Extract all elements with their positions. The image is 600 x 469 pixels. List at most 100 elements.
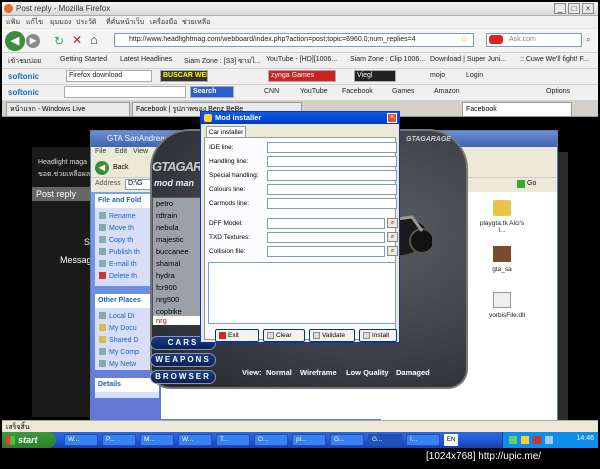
games-link[interactable]: Games xyxy=(392,88,415,95)
taskbar-item[interactable]: T... xyxy=(216,434,250,446)
task-delete[interactable]: Delete th xyxy=(99,272,137,280)
taskbar-item[interactable]: O... xyxy=(254,434,288,446)
start-button[interactable]: start xyxy=(2,432,56,448)
bookmark-download[interactable]: Download | Super Juni... xyxy=(430,56,506,63)
folder-icon[interactable] xyxy=(493,200,511,216)
close-button[interactable]: × xyxy=(582,3,594,14)
gta-icon[interactable] xyxy=(493,246,511,262)
txd-browse-icon[interactable]: ⌕ xyxy=(387,232,398,242)
softonic-search-field[interactable]: Firefox download xyxy=(66,70,152,82)
colours-line-input[interactable] xyxy=(267,184,397,195)
special-handling-input[interactable] xyxy=(267,170,397,181)
taskbar-item[interactable]: W... xyxy=(178,434,212,446)
search-icon[interactable]: ⌕ xyxy=(586,35,590,45)
forward-arrow-icon[interactable]: ▶ xyxy=(26,34,40,48)
task-move[interactable]: Move th xyxy=(99,224,134,232)
taskbar-item[interactable]: pl... xyxy=(292,434,326,446)
carmods-line-input[interactable] xyxy=(267,198,397,209)
exit-button[interactable]: Exit xyxy=(215,329,259,342)
reload-icon[interactable]: ↻ xyxy=(54,34,64,48)
facebook-link[interactable]: Facebook xyxy=(342,88,373,95)
url-field[interactable]: http://www.headlightmag.com/webboard/ind… xyxy=(114,33,474,47)
bookmark-siam-zone-2[interactable]: Siam Zone : Clip 1006... xyxy=(350,56,425,63)
minimize-button[interactable]: _ xyxy=(554,3,566,14)
tray-icon[interactable] xyxy=(509,436,517,444)
task-rename[interactable]: Rename xyxy=(99,212,135,220)
menu-view[interactable]: มุมมอง xyxy=(50,17,71,28)
explorer-back-icon[interactable]: ◀ xyxy=(95,161,109,175)
amazon-link[interactable]: Amazon xyxy=(434,88,460,95)
menu-bookmarks[interactable]: ที่คั่นหน้าเว็บ xyxy=(106,17,144,28)
installer-close-button[interactable]: × xyxy=(387,113,397,123)
bookmark-star-icon[interactable]: ☆ xyxy=(460,34,468,45)
cnn-link[interactable]: CNN xyxy=(264,88,279,95)
car-item[interactable]: rdtrain xyxy=(156,211,177,220)
go-arrow-icon[interactable] xyxy=(517,180,525,188)
taskbar-item[interactable]: M... xyxy=(140,434,174,446)
installer-log[interactable] xyxy=(208,262,396,324)
bookmark-most-visited[interactable]: เข้าชมบ่อย xyxy=(8,56,41,67)
go-button[interactable]: Go xyxy=(527,180,536,187)
home-icon[interactable]: ⌂ xyxy=(90,32,98,47)
youtube-link[interactable]: YouTube xyxy=(300,88,328,95)
explorer-menu-file[interactable]: File xyxy=(95,148,106,155)
place-local-disk[interactable]: Local Di xyxy=(99,312,134,320)
car-item[interactable]: buccanee xyxy=(156,247,189,256)
taskbar-item[interactable]: G... xyxy=(330,434,364,446)
car-list[interactable]: petro rdtrain nebula majestic buccanee s… xyxy=(152,197,202,325)
dll-icon[interactable] xyxy=(493,292,511,308)
car-item[interactable]: copbike xyxy=(156,307,182,316)
tray-icon[interactable] xyxy=(533,436,541,444)
language-indicator[interactable]: EN xyxy=(444,434,458,446)
login-link[interactable]: Login xyxy=(466,72,483,79)
menu-file[interactable]: แฟ้ม xyxy=(6,17,20,28)
tab-windows-live[interactable]: หน้าแรก - Windows Live xyxy=(6,102,130,116)
car-item[interactable]: nebula xyxy=(156,223,179,232)
tray-icon[interactable] xyxy=(545,436,553,444)
car-item[interactable]: majestic xyxy=(156,235,184,244)
menu-tools[interactable]: เครื่องมือ xyxy=(150,17,177,28)
explorer-menu-edit[interactable]: Edit xyxy=(115,148,127,155)
car-item[interactable]: hydra xyxy=(156,271,175,280)
taskbar-item-active[interactable]: G... xyxy=(368,434,402,446)
explorer-menu-view[interactable]: View xyxy=(133,148,148,155)
place-my-documents[interactable]: My Docu xyxy=(99,324,137,332)
taskbar-item[interactable]: P... xyxy=(102,434,136,446)
clock[interactable]: 14:46 xyxy=(576,435,594,442)
menu-help[interactable]: ช่วยเหลือ xyxy=(182,17,210,28)
explorer-back-label[interactable]: Back xyxy=(113,164,129,171)
back-arrow-icon[interactable]: ◀ xyxy=(5,31,25,51)
dff-model-input[interactable] xyxy=(267,218,385,229)
car-item[interactable]: shamal xyxy=(156,259,180,268)
options-link[interactable]: Options xyxy=(546,88,570,95)
clear-button[interactable]: Clear xyxy=(263,329,305,342)
tray-icon[interactable] xyxy=(521,436,529,444)
view-wireframe[interactable]: Wireframe xyxy=(300,368,337,377)
collision-browse-icon[interactable]: ⌕ xyxy=(387,246,398,256)
file-name-playgta[interactable]: playgta.tk Alci's I... xyxy=(477,220,527,234)
view-damaged[interactable]: Damaged xyxy=(396,368,430,377)
view-normal[interactable]: Normal xyxy=(266,368,292,377)
menu-history[interactable]: ประวัติ xyxy=(76,17,96,28)
file-name-vorbisfile[interactable]: vorbisFile.dll xyxy=(477,312,537,319)
ask-search-field[interactable] xyxy=(64,86,186,98)
car-item[interactable]: petro xyxy=(156,199,173,208)
stop-icon[interactable]: ✕ xyxy=(72,33,82,47)
car-item-selected[interactable]: nrg xyxy=(153,316,201,325)
place-shared-docs[interactable]: Shared D xyxy=(99,336,139,344)
mojo-link[interactable]: mojo xyxy=(430,72,445,79)
place-my-computer[interactable]: My Comp xyxy=(99,348,139,356)
zynga-games-button[interactable]: zynga Games xyxy=(268,70,336,82)
buscar-web-button[interactable]: BUSCAR WEB xyxy=(160,70,208,82)
file-name-gta-sa[interactable]: gta_sa xyxy=(477,266,527,273)
menu-edit[interactable]: แก้ไข xyxy=(26,17,43,28)
nav-browser-button[interactable]: BROWSER xyxy=(150,370,216,384)
taskbar-item[interactable]: I... xyxy=(406,434,440,446)
collision-file-input[interactable] xyxy=(267,246,385,257)
car-item[interactable]: nrg500 xyxy=(156,295,179,304)
bookmark-getting-started[interactable]: Getting Started xyxy=(60,56,107,63)
bookmark-siam-zone-1[interactable]: Siam Zone : [S3] ซามไ... xyxy=(184,56,261,67)
ask-search-button[interactable]: Search xyxy=(190,86,234,98)
handling-line-input[interactable] xyxy=(267,156,397,167)
bookmark-latest-headlines[interactable]: Latest Headlines xyxy=(120,56,172,63)
